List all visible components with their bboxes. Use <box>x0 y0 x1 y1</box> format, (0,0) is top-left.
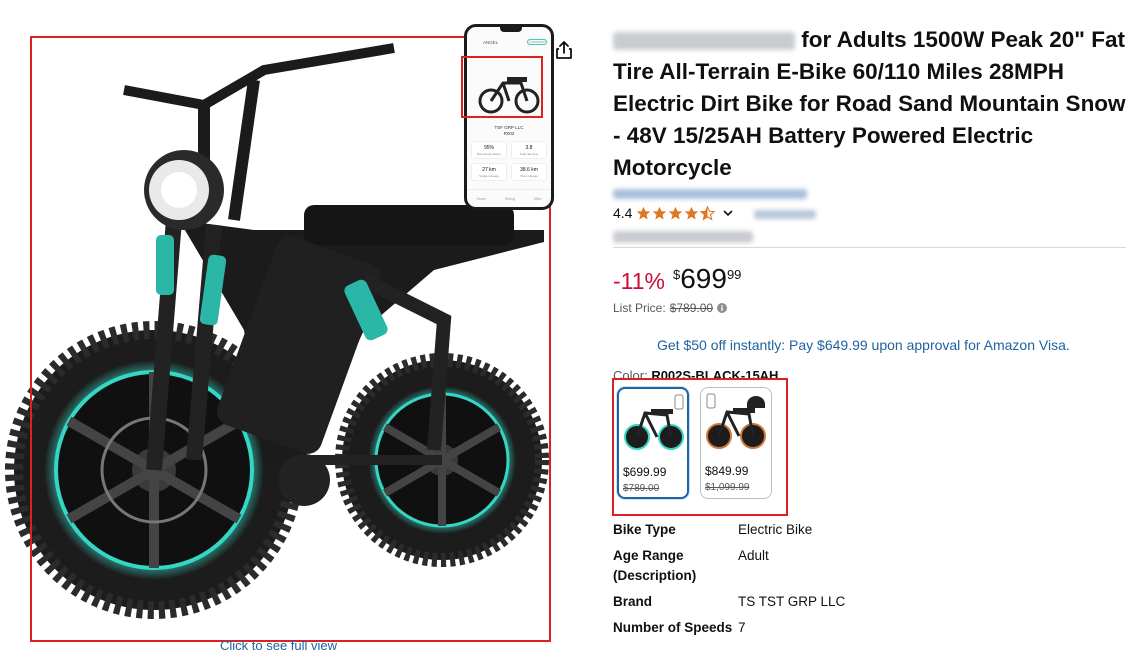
product-title: for Adults 1500W Peak 20" Fat Tire All-T… <box>613 24 1133 184</box>
color-swatch-bundle[interactable]: $849.99 $1,099.99 <box>700 387 772 499</box>
chevron-down-icon[interactable] <box>722 207 734 219</box>
spec-value: TS TST GRP LLC <box>738 594 846 609</box>
color-label: Color: <box>613 368 648 383</box>
spec-value: 7 <box>738 620 746 635</box>
phone-company-text: TSF GRP LLC <box>494 125 524 130</box>
discount-percent: -11% <box>613 268 665 294</box>
spec-key: Bike Type <box>613 522 676 537</box>
phone-status-badge: Connected <box>527 39 547 45</box>
section-divider <box>613 247 1126 248</box>
phone-model-text: R002 <box>503 131 515 136</box>
phone-app-inset: ANGEL Connected TSF GRP LLC R002 95% Rem… <box>464 24 554 210</box>
phone-tile-label: Single mileage <box>479 174 499 178</box>
phone-nav-home: Home <box>476 196 486 201</box>
spec-row: Number of Speeds 7 <box>613 618 1013 638</box>
color-selection-label: Color: R002S-BLACK-15AH <box>613 368 778 383</box>
phone-notch <box>500 27 522 32</box>
phone-nav-bar: Home Riding Mine <box>467 189 551 207</box>
redacted-brand-name <box>613 32 795 51</box>
phone-tile-label: Total ride time <box>519 152 539 156</box>
swatch-price: $849.99 <box>705 464 749 478</box>
bought-in-past-month <box>613 228 753 246</box>
store-link[interactable] <box>613 185 807 199</box>
price-symbol: $ <box>673 267 681 282</box>
redacted-bought-text <box>613 230 753 243</box>
full-view-link[interactable]: Click to see full view <box>220 638 337 653</box>
swatch-list-price: $789.00 <box>623 483 660 494</box>
phone-tile: 3.8 Total ride time <box>511 141 547 159</box>
price-current: $ 699 99 <box>673 262 741 296</box>
swatch-list-price: $1,099.99 <box>705 482 750 493</box>
spec-key: Number of Speeds <box>613 620 733 635</box>
star-full-icon <box>669 206 683 219</box>
list-price-label: List Price: <box>613 301 666 315</box>
price-whole: 699 <box>680 263 727 294</box>
spec-row: Brand TS TST GRP LLC <box>613 592 1013 612</box>
color-value: R002S-BLACK-15AH <box>651 368 779 383</box>
swatch-bike-thumbnail <box>624 394 684 450</box>
phone-nav-mine: Mine <box>533 196 542 201</box>
swatch-price: $699.99 <box>623 465 667 479</box>
phone-tile-value: 27 km <box>482 167 496 173</box>
phone-brand-text: ANGEL <box>483 40 499 45</box>
swatch-bike-thumbnail <box>706 393 766 449</box>
spec-row: Bike Type Electric Bike <box>613 520 1013 540</box>
phone-bike-image <box>478 77 540 114</box>
star-full-icon <box>685 206 699 219</box>
spec-key: Brand <box>613 594 653 609</box>
price-block: -11% $ 699 99 <box>613 262 741 296</box>
color-swatch-black[interactable]: $699.99 $789.00 <box>617 387 689 499</box>
list-price-row: List Price: $789.00 <box>613 301 728 315</box>
redacted-store-link <box>613 188 807 199</box>
phone-tile-label: Remaining battery <box>476 152 502 156</box>
star-full-icon <box>637 206 651 219</box>
star-full-icon <box>653 206 667 219</box>
product-specs-table: Bike Type Electric Bike Age Range (Descr… <box>613 520 1013 644</box>
list-price-value: $789.00 <box>669 301 714 315</box>
redacted-ratings-count <box>754 209 817 219</box>
price-fraction: 99 <box>726 267 742 282</box>
rating-value: 4.4 <box>613 205 633 221</box>
info-icon[interactable] <box>717 303 728 313</box>
star-half-icon <box>700 205 716 221</box>
visa-promo-link[interactable]: Get $50 off instantly: Pay $649.99 upon … <box>657 337 1070 353</box>
ratings-count-link[interactable] <box>754 205 817 221</box>
phone-tile-label: Total mileage <box>520 174 538 178</box>
spec-value: Adult <box>738 548 769 563</box>
phone-tile: 27 km Single mileage <box>471 163 507 181</box>
spec-value: Electric Bike <box>738 522 813 537</box>
spec-key: Age Range (Description) <box>613 548 697 583</box>
image-gallery: ANGEL Connected TSF GRP LLC R002 95% Rem… <box>0 0 590 653</box>
spec-row: Age Range (Description) Adult <box>613 546 1013 586</box>
rating-row[interactable]: 4.4 <box>613 203 817 223</box>
phone-tile-value: 95% <box>483 145 494 151</box>
phone-nav-riding: Riding <box>504 196 515 201</box>
share-icon[interactable] <box>553 39 575 61</box>
phone-tile-value: 3.8 <box>525 145 533 151</box>
phone-tile: 95% Remaining battery <box>471 141 507 159</box>
phone-tile: 38.6 km Total mileage <box>511 163 547 181</box>
phone-tile-value: 38.6 km <box>520 167 538 173</box>
